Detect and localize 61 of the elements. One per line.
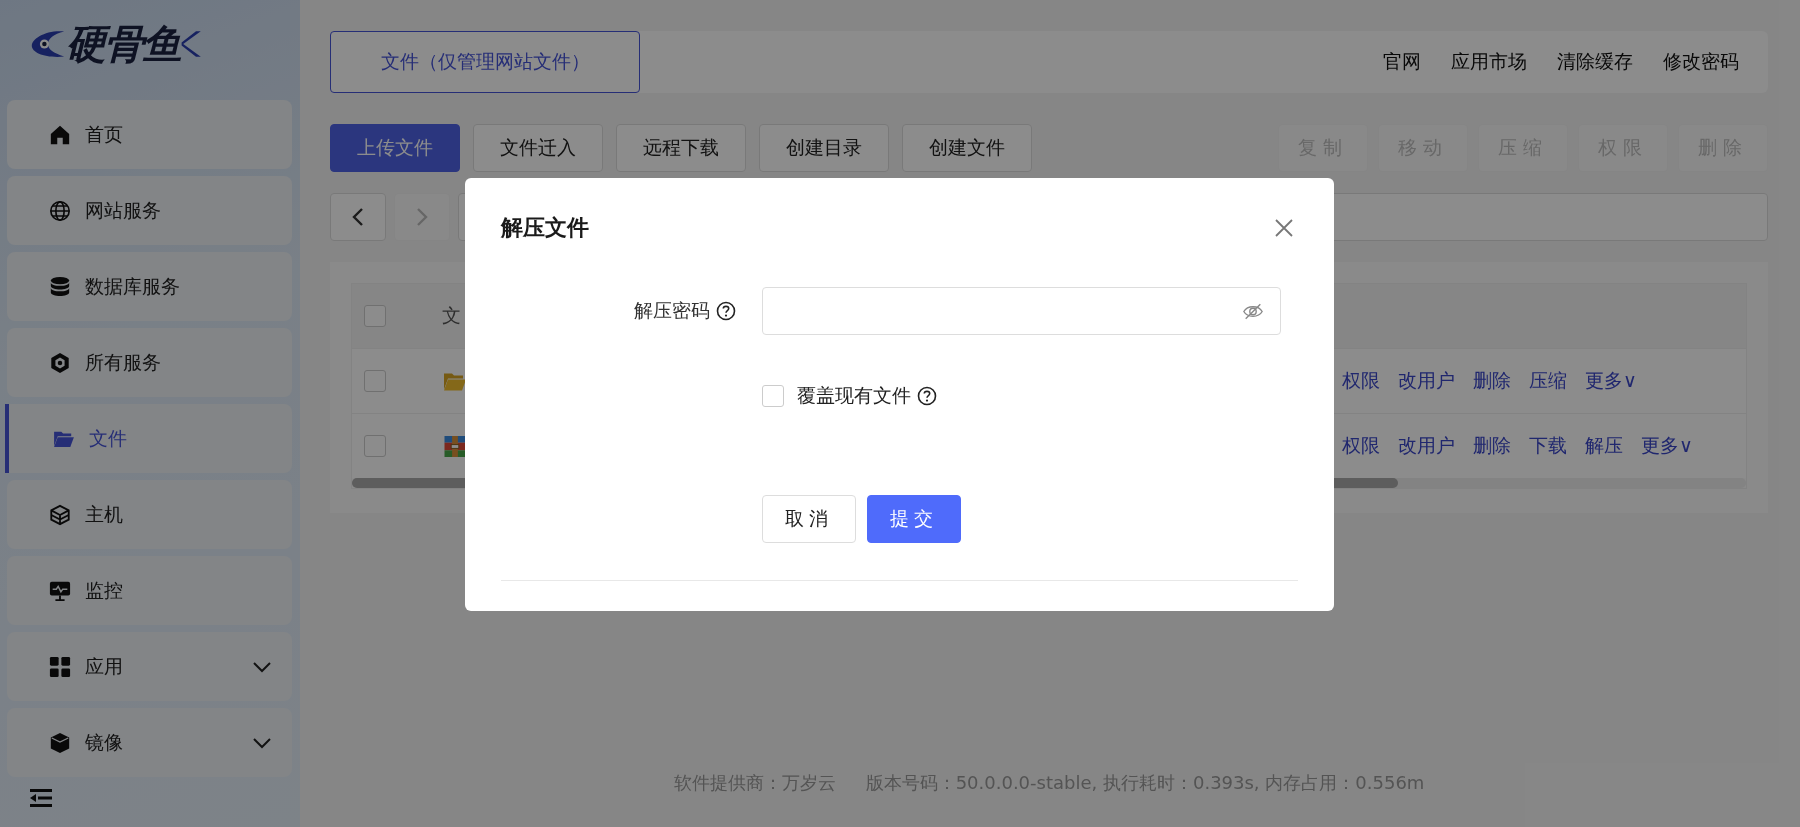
checkbox[interactable] [364,435,386,457]
password-field[interactable] [762,287,1281,335]
header-link[interactable]: 应用市场 [1451,49,1527,75]
action-link[interactable]: 权限 [1342,433,1380,459]
sidebar-item[interactable]: 监控 [7,556,292,625]
home-icon [49,123,71,146]
sidebar-item[interactable]: 文件 [5,404,292,473]
toolbar-button[interactable]: 文件迁入 [473,124,603,172]
tab[interactable]: 文件（仅管理网站文件） [330,31,640,93]
action-link[interactable]: 更多∨ [1585,368,1637,394]
folder-icon [53,429,75,448]
sidebar-item[interactable]: 镜像 [7,708,292,777]
sidebar-item[interactable]: 数据库服务 [7,252,292,321]
checkbox[interactable] [364,370,386,392]
checkbox-label: 覆盖现有文件 [797,383,911,408]
action-link[interactable]: 下载 [1529,433,1567,459]
help-icon[interactable] [917,386,937,406]
toolbar-button[interactable]: 远程下载 [616,124,746,172]
submit-button[interactable]: 提交 [867,495,961,543]
monitor-icon [49,579,71,602]
chevron-down-icon [252,660,272,673]
header-link[interactable]: 清除缓存 [1557,49,1633,75]
chevron-right-icon [416,207,428,227]
action-link[interactable]: 删除 [1473,433,1511,459]
cancel-button[interactable]: 取消 [762,495,856,543]
sidebar-item[interactable]: 网站服务 [7,176,292,245]
dialog-title: 解压文件 [501,214,589,242]
action-link[interactable]: 权限 [1342,368,1380,394]
eye-off-icon[interactable] [1242,301,1264,321]
cube-icon [49,731,71,754]
menu-collapse-icon[interactable] [30,789,52,807]
chevron-left-icon [352,207,364,227]
logo[interactable]: 硬骨鱼 [0,0,210,100]
action-link[interactable]: 解压 [1585,433,1623,459]
database-icon [49,275,71,298]
checkbox[interactable] [364,305,386,327]
sidebar-item[interactable]: 所有服务 [7,328,292,397]
help-icon[interactable] [716,301,736,321]
action-link[interactable]: 改用户 [1398,433,1455,459]
sidebar-item[interactable]: 应用 [7,632,292,701]
toolbar-button[interactable]: 创建文件 [902,124,1032,172]
close-icon[interactable] [1274,218,1294,238]
action-link[interactable]: 压缩 [1529,368,1567,394]
sidebar-item[interactable]: 主机 [7,480,292,549]
grid-icon [49,655,71,678]
server-icon [49,503,71,526]
toolbar-button[interactable]: 创建目录 [759,124,889,172]
back-button[interactable] [330,193,386,241]
column-header: 文 [442,303,461,328]
globe-icon [49,199,71,222]
action-link[interactable]: 删除 [1473,368,1511,394]
toolbar-button[interactable]: 上传文件 [330,124,460,172]
hexagon-icon [49,351,71,374]
header-link[interactable]: 官网 [1383,49,1421,75]
checkbox[interactable] [762,385,784,407]
sidebar-item[interactable]: 首页 [7,100,292,169]
header-link[interactable]: 修改密码 [1663,49,1739,75]
action-link[interactable]: 更多∨ [1641,433,1693,459]
chevron-down-icon [252,736,272,749]
field-label: 解压密码 [634,298,710,323]
action-link[interactable]: 改用户 [1398,368,1455,394]
